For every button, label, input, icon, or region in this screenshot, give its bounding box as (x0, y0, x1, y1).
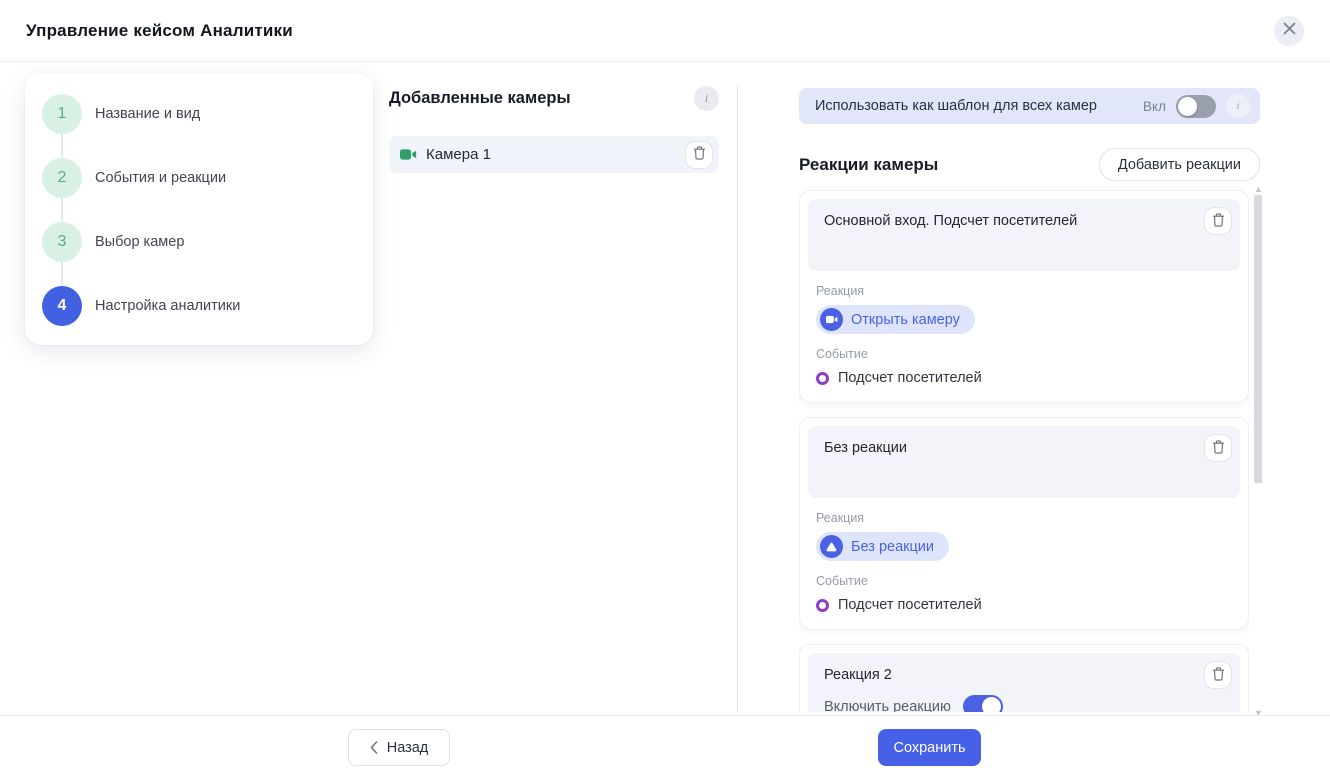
step-connector (61, 262, 63, 286)
trash-icon (1212, 667, 1225, 684)
delete-reaction-button[interactable] (1204, 207, 1232, 235)
step-circle-active: 4 (42, 286, 82, 326)
reaction-card-title: Без реакции (824, 440, 1192, 456)
delete-reaction-button[interactable] (1204, 434, 1232, 462)
added-cameras-title: Добавленные камеры (389, 89, 571, 108)
reaction-field-label: Реакция (816, 284, 1232, 298)
stepper-step-1[interactable]: 1 Название и вид (42, 94, 353, 134)
scrollbar-thumb[interactable] (1254, 195, 1262, 483)
delete-camera-button[interactable] (685, 141, 713, 169)
trash-icon (1212, 213, 1225, 230)
template-banner-label: Использовать как шаблон для всех камер (815, 98, 1133, 114)
event-ring-icon (816, 599, 829, 612)
modal-header: Управление кейсом Аналитики (0, 0, 1330, 62)
modal-footer: Назад Сохранить (0, 715, 1330, 777)
added-cameras-panel: Добавленные камеры i Камера 1 (389, 83, 719, 173)
reaction-card: Без реакции Реакция Без реакции Событие … (799, 417, 1249, 630)
step-circle: 1 (42, 94, 82, 134)
camera-list-item[interactable]: Камера 1 (389, 136, 719, 173)
reaction-card: Основной вход. Подсчет посетителей Реакц… (799, 190, 1249, 403)
stepper-step-3[interactable]: 3 Выбор камер (42, 222, 353, 262)
reaction-field-label: Реакция (816, 511, 1232, 525)
trash-icon (1212, 440, 1225, 457)
event-name: Подсчет посетителей (838, 370, 982, 386)
template-toggle-off[interactable] (1176, 95, 1216, 118)
scroll-up-icon[interactable]: ▲ (1254, 185, 1262, 193)
step-circle: 2 (42, 158, 82, 198)
template-toggle-label: Вкл (1143, 99, 1166, 114)
enable-reaction-toggle-on[interactable] (963, 695, 1003, 712)
analytics-settings-panel: Использовать как шаблон для всех камер В… (799, 88, 1260, 181)
close-icon (1283, 22, 1296, 39)
add-reaction-button[interactable]: Добавить реакции (1099, 148, 1260, 181)
event-name: Подсчет посетителей (838, 597, 982, 613)
chevron-left-icon (370, 741, 378, 754)
step-label: Название и вид (95, 106, 200, 122)
close-button[interactable] (1274, 16, 1304, 46)
template-banner: Использовать как шаблон для всех камер В… (799, 88, 1260, 124)
reaction-chip[interactable]: Без реакции (816, 532, 949, 561)
wizard-stepper: 1 Название и вид 2 События и реакции 3 В… (25, 73, 373, 345)
step-label: Настройка аналитики (95, 298, 240, 314)
toggle-knob (982, 697, 1001, 712)
camera-icon (820, 308, 843, 331)
reactions-title: Реакции камеры (799, 155, 938, 175)
reaction-card-title: Реакция 2 (824, 667, 1192, 683)
page-title: Управление кейсом Аналитики (26, 21, 293, 41)
reaction-chip-label: Открыть камеру (851, 312, 960, 328)
step-connector (61, 134, 63, 158)
back-button[interactable]: Назад (348, 729, 450, 766)
trash-icon (693, 146, 706, 163)
event-field-label: Событие (816, 574, 1232, 588)
enable-reaction-label: Включить реакцию (824, 699, 951, 713)
delete-reaction-button[interactable] (1204, 661, 1232, 689)
stepper-step-4-active[interactable]: 4 Настройка аналитики (42, 286, 353, 326)
camera-name: Камера 1 (426, 146, 685, 163)
event-field-label: Событие (816, 347, 1232, 361)
info-icon[interactable]: i (694, 86, 719, 111)
back-button-label: Назад (387, 740, 429, 756)
stepper-step-2[interactable]: 2 События и реакции (42, 158, 353, 198)
step-connector (61, 198, 63, 222)
step-label: События и реакции (95, 170, 226, 186)
no-reaction-icon (820, 535, 843, 558)
event-ring-icon (816, 372, 829, 385)
vertical-scrollbar[interactable]: ▲ ▼ (1253, 185, 1263, 717)
step-label: Выбор камер (95, 234, 184, 250)
save-button[interactable]: Сохранить (878, 729, 981, 766)
reaction-card-title: Основной вход. Подсчет посетителей (824, 213, 1192, 229)
column-divider (737, 85, 738, 712)
step-circle: 3 (42, 222, 82, 262)
info-icon[interactable]: i (1226, 94, 1250, 118)
reactions-list: Основной вход. Подсчет посетителей Реакц… (799, 190, 1249, 712)
toggle-knob (1178, 97, 1197, 116)
video-camera-icon (400, 148, 417, 161)
event-row: Подсчет посетителей (816, 370, 1232, 386)
reaction-card: Реакция 2 Включить реакцию (799, 644, 1249, 712)
reaction-chip[interactable]: Открыть камеру (816, 305, 975, 334)
reaction-chip-label: Без реакции (851, 539, 934, 555)
event-row: Подсчет посетителей (816, 597, 1232, 613)
